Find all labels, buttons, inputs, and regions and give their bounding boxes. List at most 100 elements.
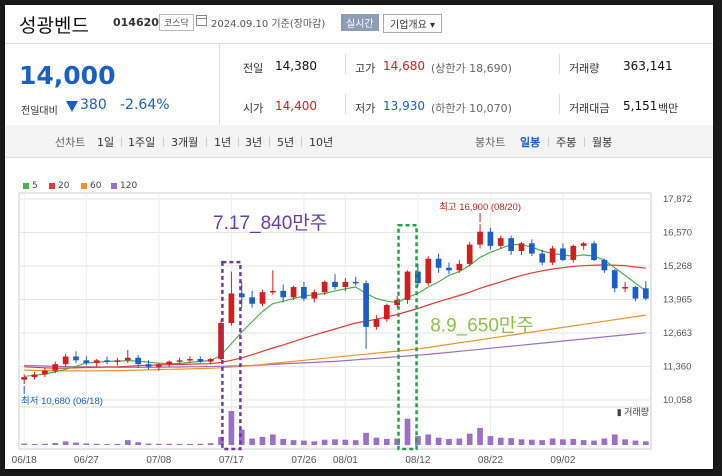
tab-1d[interactable]: 1일 xyxy=(97,134,114,150)
volume-bar xyxy=(383,438,390,445)
candle xyxy=(622,287,628,289)
volume-value: 363,141 xyxy=(623,59,673,73)
candle xyxy=(549,248,556,263)
volume-bar xyxy=(31,443,38,445)
volume-bar xyxy=(487,436,494,445)
volume-bar xyxy=(601,438,608,445)
candle xyxy=(580,243,587,246)
volume-bar xyxy=(529,439,535,445)
candle xyxy=(21,377,28,380)
volume-bar xyxy=(166,443,173,445)
candle xyxy=(104,360,110,362)
volume-bar xyxy=(622,439,628,445)
divider xyxy=(269,137,270,147)
volume-label: ▮ 거래량 xyxy=(617,406,649,417)
volume-bar xyxy=(560,439,566,445)
chart-toolbar: 선차트 1일 1주일 3개월 1년 3년 5년 10년 봉차트 일봉 주봉 월봉 xyxy=(5,125,713,158)
price-change: 380 xyxy=(80,97,107,113)
stock-code: 014620 xyxy=(113,16,159,29)
volume-bar xyxy=(135,442,141,445)
volume-bar xyxy=(42,443,48,445)
stock-widget: 성광벤드 014620 코스닥 2024.09.10 기준(장마감) 실시간 기… xyxy=(5,5,713,469)
candle xyxy=(42,370,48,375)
divider xyxy=(345,54,346,74)
candle xyxy=(145,364,152,367)
upper-limit: (상한가 18,690) xyxy=(431,62,512,75)
divider xyxy=(301,137,302,147)
tab-weekly[interactable]: 주봉 xyxy=(556,134,576,150)
candle xyxy=(456,263,463,271)
prev-close-label: 전일 xyxy=(243,62,264,75)
low-label: 저가 xyxy=(355,102,376,115)
current-price: 14,000 xyxy=(19,61,116,90)
volume-bar xyxy=(104,443,110,445)
candle xyxy=(311,292,318,299)
volume-bar xyxy=(52,442,59,445)
volume-bar xyxy=(632,440,639,445)
candle xyxy=(249,297,255,304)
annotation-aug09: 8.9_650만주 xyxy=(430,315,534,337)
divider xyxy=(238,137,239,147)
candle xyxy=(487,231,494,246)
open-value: 14,400 xyxy=(275,99,317,113)
volume-bar xyxy=(187,443,193,445)
company-info-dropdown[interactable]: 기업개요 ▾ xyxy=(383,14,442,33)
volume-bar xyxy=(570,438,577,445)
volume-bar xyxy=(145,443,152,445)
candle xyxy=(383,305,390,320)
volume-bar xyxy=(642,441,649,445)
candle xyxy=(560,248,566,261)
line-chart-label: 선차트 xyxy=(55,136,86,149)
candlestick-chart[interactable]: 17,872 16,570 15,268 13,965 12,663 11,360 10,0… xyxy=(5,157,713,469)
tab-daily[interactable]: 일봉 xyxy=(520,134,540,150)
volume-bar xyxy=(539,440,546,445)
tab-10y[interactable]: 10년 xyxy=(309,134,333,150)
candle xyxy=(280,290,287,298)
volume-bar xyxy=(228,411,235,445)
as-of-date: 2024.09.10 기준(장마감) xyxy=(211,19,326,30)
divider xyxy=(584,137,585,147)
change-label: 전일대비 xyxy=(21,106,58,117)
divider xyxy=(219,44,220,126)
plot-border xyxy=(18,192,652,450)
y-tick-label: 15,268 xyxy=(663,261,692,272)
volume-bar xyxy=(249,438,255,445)
candle xyxy=(52,364,59,371)
tab-monthly[interactable]: 월봉 xyxy=(592,134,612,150)
x-tick-label: 08/01 xyxy=(333,455,358,466)
volume-bar xyxy=(404,418,411,445)
volume-bar xyxy=(518,439,525,445)
y-tick-label: 13,965 xyxy=(663,295,692,306)
volume-bar xyxy=(352,440,359,445)
volume-bar xyxy=(435,437,442,445)
low-value: 13,930 xyxy=(383,99,425,113)
tab-3y[interactable]: 3년 xyxy=(245,134,262,150)
volume-bar xyxy=(73,442,79,445)
prev-close-value: 14,380 xyxy=(275,59,317,73)
min-price-label: 최저 10,680 (06/18) xyxy=(21,396,103,407)
candle xyxy=(73,356,79,361)
realtime-button[interactable]: 실시간 xyxy=(341,14,379,31)
tab-1w[interactable]: 1주일 xyxy=(128,134,155,150)
candle xyxy=(342,281,349,288)
tab-3m[interactable]: 3개월 xyxy=(171,134,198,150)
volume-bar xyxy=(456,438,463,445)
candle xyxy=(197,359,204,362)
volume-bar xyxy=(207,443,214,445)
y-tick-label: 12,663 xyxy=(663,328,692,339)
x-tick-label: 07/17 xyxy=(219,455,244,466)
volume-bar xyxy=(363,432,369,445)
lower-limit: (하한가 10,070) xyxy=(431,102,512,115)
candle xyxy=(632,287,639,299)
tab-5y[interactable]: 5년 xyxy=(277,134,294,150)
volume-bar xyxy=(259,436,266,445)
divider xyxy=(206,137,207,147)
volume-bar xyxy=(425,434,432,445)
candle xyxy=(114,360,121,362)
volume-bar xyxy=(611,434,618,445)
price-change-pct: -2.64% xyxy=(120,97,170,113)
candle xyxy=(539,253,546,263)
candle xyxy=(373,319,380,327)
tab-1y[interactable]: 1년 xyxy=(214,134,231,150)
candle xyxy=(601,260,608,271)
